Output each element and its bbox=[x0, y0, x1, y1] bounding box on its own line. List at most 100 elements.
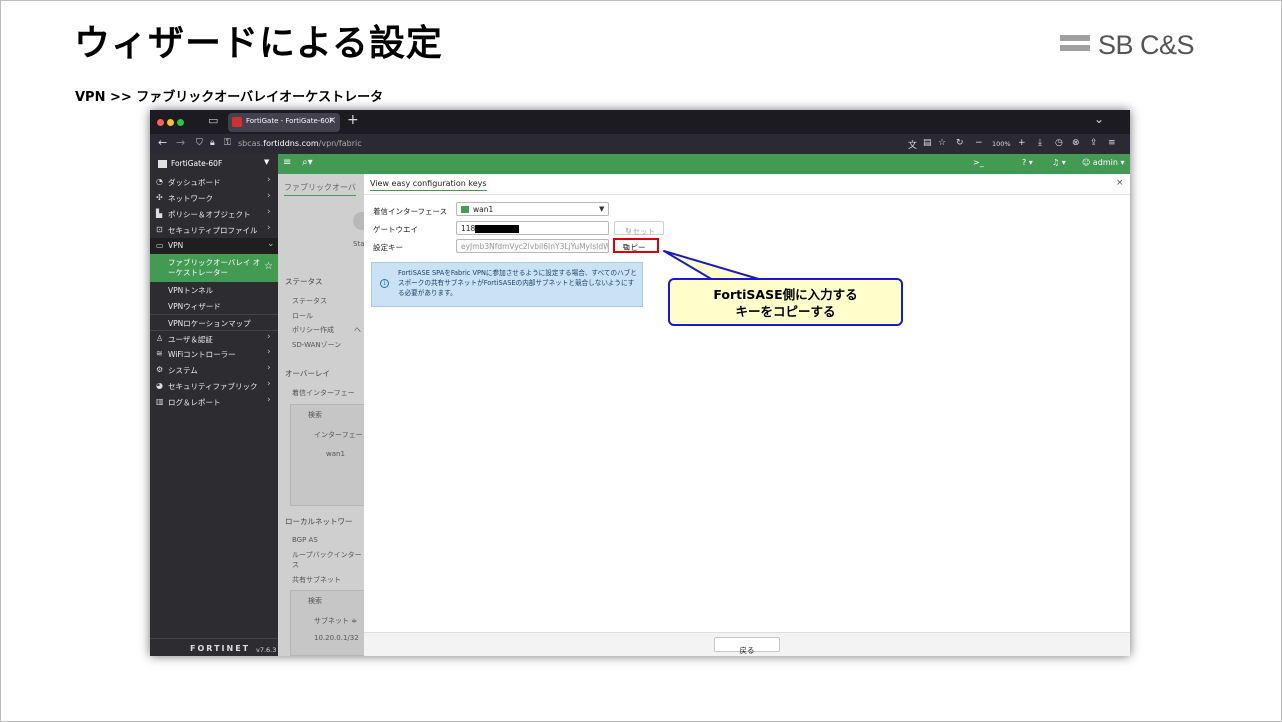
bg-bgp-as: BGP AS bbox=[292, 536, 318, 544]
window-close-button[interactable] bbox=[157, 119, 164, 126]
device-selector[interactable]: FortiGate-60F ▼ bbox=[150, 154, 278, 174]
favorite-star-icon[interactable]: ☆ bbox=[264, 261, 273, 272]
sidebar-item-vpn-tunnel[interactable]: VPNトンネル bbox=[150, 282, 278, 298]
sidebar-label: システム bbox=[168, 366, 198, 375]
browser-screenshot: ▭ FortiGate - FortiGate-60F × + ⌄ ← → ⛉ … bbox=[150, 110, 1130, 656]
address-bar[interactable]: sbcas.fortiddns.com/vpn/fabric bbox=[238, 139, 362, 148]
zoom-in-icon[interactable]: + bbox=[1018, 138, 1026, 148]
cli-console-icon[interactable]: >_ bbox=[973, 158, 984, 167]
share-icon[interactable]: ⇪ bbox=[1090, 138, 1098, 148]
sidebar-item-network[interactable]: ✣ ネットワーク › bbox=[150, 190, 278, 206]
admin-menu[interactable]: ☺ admin ▾ bbox=[1082, 158, 1125, 167]
download-icon[interactable]: ⤓ bbox=[1038, 138, 1042, 148]
copy-button[interactable]: ⧉ コピー bbox=[613, 238, 659, 253]
sidebar-item-vpn-location-map[interactable]: VPNロケーションマップ bbox=[150, 314, 278, 330]
gateway-redaction bbox=[475, 225, 519, 233]
dialog-footer: 戻る bbox=[364, 632, 1130, 656]
browser-tab-fortigate[interactable]: FortiGate - FortiGate-60F × bbox=[228, 113, 340, 132]
bg-row-subnet: 10.20.0.1/32 bbox=[314, 634, 359, 642]
sidebar-item-vpn[interactable]: ▭ VPN ⌄ bbox=[150, 238, 278, 254]
sidebar-item-security-profile[interactable]: ⊡ セキュリティプロファイル › bbox=[150, 222, 278, 238]
back-arrow-icon[interactable]: ← bbox=[158, 136, 167, 149]
chevron-right-icon: › bbox=[267, 363, 271, 373]
callout-line-1: FortiSASE側に入力する bbox=[713, 287, 858, 302]
bg-row-wan1: wan1 bbox=[326, 450, 345, 458]
reload-icon[interactable]: ↻ bbox=[956, 138, 964, 148]
sidebar-item-dashboard[interactable]: ◔ ダッシュボード › bbox=[150, 174, 278, 190]
fortigate-top-bar: FortiGate-60F ▼ ≡ ⌕▾ >_ ? ▾ ♫ ▾ ☺ admin … bbox=[150, 154, 1130, 174]
shield-icon[interactable]: ⛉ bbox=[196, 138, 203, 148]
callout-line-2: キーをコピーする bbox=[735, 304, 836, 319]
chevron-down-icon: ▼ bbox=[599, 205, 605, 213]
sbcs-logo: SB C&S bbox=[1060, 30, 1200, 62]
bg-search-placeholder-2: 検索 bbox=[308, 597, 322, 605]
interface-port-icon bbox=[461, 206, 469, 213]
sidebar-item-system[interactable]: ⚙ システム › bbox=[150, 362, 278, 378]
new-tab-button[interactable]: + bbox=[347, 112, 359, 128]
chevron-down-icon: ⌄ bbox=[267, 239, 275, 249]
menu-hamburger-icon[interactable]: ≡ bbox=[1108, 138, 1116, 148]
bookmark-star-icon[interactable]: ☆ bbox=[938, 138, 946, 148]
back-label: 戻る bbox=[739, 646, 755, 655]
sidebar-label: VPNトンネル bbox=[168, 286, 214, 295]
close-icon[interactable]: × bbox=[1116, 178, 1124, 188]
forward-arrow-icon[interactable]: → bbox=[176, 136, 185, 149]
history-icon[interactable]: ◷ bbox=[1055, 138, 1063, 148]
chevron-right-icon: › bbox=[267, 332, 271, 342]
back-button[interactable]: 戻る bbox=[714, 637, 780, 655]
chevron-right-icon: › bbox=[267, 223, 271, 233]
wifi-icon: ≋ bbox=[156, 349, 163, 358]
device-icon bbox=[158, 160, 167, 168]
incoming-interface-label: 着信インターフェース bbox=[373, 207, 448, 216]
window-maximize-button[interactable] bbox=[177, 119, 184, 126]
nav-menu-icon[interactable]: ≡ bbox=[283, 157, 291, 168]
reset-button[interactable]: ↻ リセット bbox=[614, 221, 664, 236]
tab-overview-icon[interactable]: ▭ bbox=[208, 114, 218, 127]
sidebar-label: セキュリティファブリック bbox=[168, 382, 258, 391]
chevron-right-icon: › bbox=[267, 379, 271, 389]
dashboard-icon: ◔ bbox=[156, 177, 163, 186]
help-icon[interactable]: ? ▾ bbox=[1022, 158, 1033, 167]
bg-policy-label: ポリシー作成 bbox=[292, 326, 334, 334]
translate-icon[interactable]: 文 bbox=[908, 138, 917, 151]
config-key-value: eyJmb3NfdmVyc2lvbiI6InY3LjYuMyIsIdWk bbox=[461, 242, 608, 251]
zoom-out-icon[interactable]: − bbox=[975, 138, 983, 148]
bg-shared-subnet: 共有サブネット bbox=[292, 576, 341, 584]
incoming-interface-value: wan1 bbox=[473, 205, 494, 214]
notification-bell-icon[interactable]: ♫ ▾ bbox=[1052, 158, 1066, 167]
tab-close-icon[interactable]: × bbox=[328, 115, 336, 126]
bg-status-label: ステータス bbox=[292, 297, 327, 305]
zoom-level[interactable]: 100% bbox=[992, 140, 1011, 148]
sidebar-item-policy[interactable]: ▙ ポリシー＆オブジェクト › bbox=[150, 206, 278, 222]
info-text: FortiSASE SPAをFabric VPNに参加させるように設定する場合、… bbox=[398, 269, 637, 297]
sidebar-item-wifi[interactable]: ≋ WiFiコントローラー › bbox=[150, 346, 278, 362]
tab-list-chevron-icon[interactable]: ⌄ bbox=[1094, 112, 1104, 126]
incoming-interface-select[interactable]: wan1 ▼ bbox=[456, 202, 609, 216]
logo-text: SB C&S bbox=[1098, 30, 1195, 60]
sidebar-label: VPNウィザード bbox=[168, 302, 221, 311]
sidebar-item-fabric-overlay[interactable]: ファブリックオーバレイ オーケストレーター ☆ bbox=[150, 254, 278, 282]
search-icon[interactable]: ⌕▾ bbox=[302, 157, 313, 168]
gateway-field[interactable]: 118 bbox=[456, 221, 609, 235]
window-minimize-button[interactable] bbox=[167, 119, 174, 126]
chevron-right-icon: › bbox=[267, 207, 271, 217]
bg-loopback-line1: ループバックインター bbox=[292, 551, 362, 559]
bg-search-placeholder: 検索 bbox=[308, 411, 322, 419]
config-key-field[interactable]: eyJmb3NfdmVyc2lvbiI6InY3LjYuMyIsIdWk bbox=[456, 239, 609, 253]
chevron-right-icon: › bbox=[267, 191, 271, 201]
gateway-label: ゲートウエイ bbox=[373, 225, 418, 234]
chart-icon: ▥ bbox=[156, 397, 164, 406]
sidebar-item-security-fabric[interactable]: ◕ セキュリティファブリック › bbox=[150, 378, 278, 394]
sidebar-item-log-report[interactable]: ▥ ログ＆レポート › bbox=[150, 394, 278, 410]
reader-view-icon[interactable]: ▤ bbox=[923, 138, 932, 148]
key-icon[interactable]: ⚿ bbox=[224, 138, 231, 148]
bg-sdwan-label: SD-WANゾーン bbox=[292, 341, 342, 349]
sidebar-item-user-auth[interactable]: ♙ ユーザ＆認証 › bbox=[150, 330, 278, 346]
slide-subheading: VPN >> ファブリックオーバレイオーケストレータ bbox=[75, 90, 384, 105]
chevron-right-icon: › bbox=[267, 395, 271, 405]
dialog-title: View easy configuration keys bbox=[370, 179, 487, 191]
page-info-icon[interactable]: 🔒︎ bbox=[210, 138, 215, 148]
sidebar-item-vpn-wizard[interactable]: VPNウィザード bbox=[150, 298, 278, 314]
annotation-callout: FortiSASE側に入力する キーをコピーする bbox=[668, 278, 903, 326]
extension-icon[interactable]: ⊗ bbox=[1072, 138, 1080, 148]
